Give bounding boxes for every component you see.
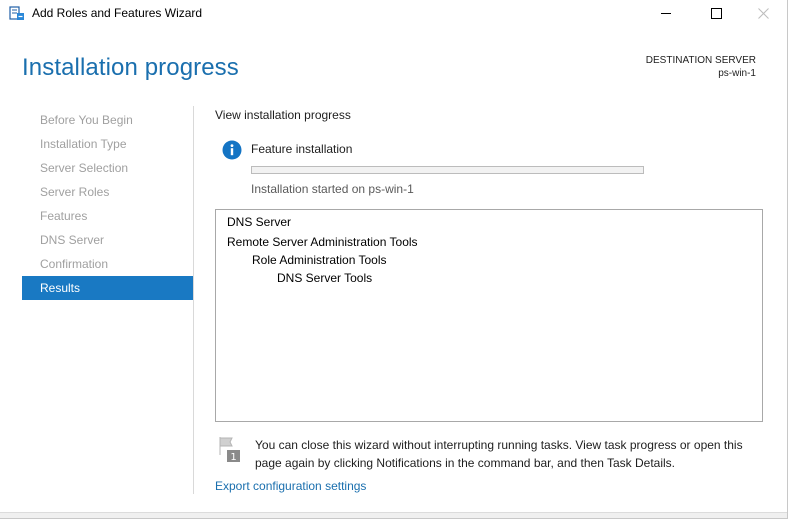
wizard-window: Add Roles and Features Wizard Installati… [0, 0, 788, 519]
result-item-rsat: Remote Server Administration Tools [227, 235, 418, 249]
page-title: Installation progress [22, 54, 239, 81]
footer-bar [0, 512, 787, 518]
result-item-dns-server: DNS Server [227, 215, 292, 229]
nav-item-dns-server: DNS Server [40, 233, 105, 247]
notification-flag-icon: 1 [219, 437, 241, 463]
destination-server-name: ps-win-1 [718, 68, 756, 79]
nav-item-confirmation: Confirmation [40, 257, 109, 271]
server-manager-icon [9, 5, 25, 21]
export-configuration-link[interactable]: Export configuration settings [215, 479, 366, 493]
installation-progress-bar [251, 166, 644, 174]
nav-item-before-you-begin: Before You Begin [40, 113, 133, 127]
result-item-role-admin-tools: Role Administration Tools [252, 253, 387, 267]
title-bar[interactable]: Add Roles and Features Wizard [0, 0, 787, 26]
feature-installation-label: Feature installation [251, 142, 353, 156]
nav-item-installation-type: Installation Type [40, 137, 127, 151]
results-list[interactable]: DNS Server Remote Server Administration … [215, 209, 763, 422]
wizard-nav: Before You Begin Installation Type Serve… [22, 108, 193, 300]
section-heading: View installation progress [215, 108, 351, 122]
minimize-button[interactable] [643, 0, 689, 26]
nav-item-results[interactable]: Results [22, 276, 193, 300]
info-icon [222, 140, 242, 160]
installation-status-text: Installation started on ps-win-1 [251, 182, 414, 196]
window-title: Add Roles and Features Wizard [32, 6, 203, 20]
destination-server-info: DESTINATION SERVER ps-win-1 [646, 54, 756, 80]
svg-text:1: 1 [230, 452, 236, 463]
destination-label: DESTINATION SERVER [645, 55, 756, 66]
maximize-icon [710, 7, 722, 19]
nav-item-server-roles: Server Roles [40, 185, 110, 199]
close-button[interactable] [740, 0, 786, 26]
notification-note: You can close this wizard without interr… [255, 438, 743, 470]
maximize-button[interactable] [693, 0, 739, 26]
result-item-dns-server-tools: DNS Server Tools [277, 271, 373, 285]
nav-divider [193, 106, 194, 494]
nav-item-features: Features [40, 209, 88, 223]
nav-item-server-selection: Server Selection [40, 161, 129, 175]
minimize-icon [661, 12, 671, 14]
close-icon [757, 7, 769, 19]
